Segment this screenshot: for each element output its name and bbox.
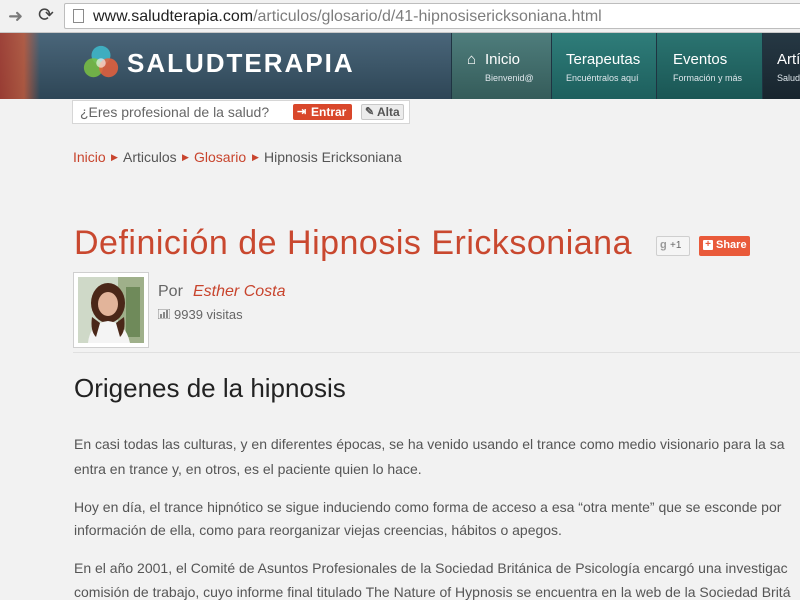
home-icon: ⌂ [467, 51, 477, 68]
nav-tab-terapeutas[interactable]: Terapeutas Encuéntralos aquí [551, 33, 656, 99]
breadcrumb-current: Hipnosis Ericksoniana [264, 149, 402, 165]
address-bar[interactable]: www.saludterapia.com/articulos/glosario/… [64, 3, 800, 29]
nav-tab-articulos[interactable]: Artí Salud [762, 33, 800, 99]
signup-button[interactable]: ✎ Alta [361, 104, 404, 120]
paragraph-line: entra en trance y, en otros, es el pacie… [74, 461, 422, 477]
plus-icon: + [703, 240, 713, 250]
paragraph-line: En casi todas las culturas, y en diferen… [74, 436, 785, 452]
signup-label: Alta [377, 105, 400, 119]
avatar [78, 277, 144, 343]
url-path: /articulos/glosario/d/41-hipnosiserickso… [253, 8, 602, 25]
google-plus-button[interactable]: g +1 [656, 236, 690, 256]
paragraph-line: información de ella, como para reorganiz… [74, 522, 562, 538]
paragraph-line: comisión de trabajo, cuyo informe final … [74, 584, 791, 600]
nav-tab-subtitle: Formación y más [673, 73, 743, 83]
bar-chart-icon [158, 309, 170, 319]
breadcrumb-articulos[interactable]: Articulos [123, 149, 177, 165]
nav-tab-title: Terapeutas [566, 51, 641, 68]
google-plus-icon: g [660, 239, 667, 251]
author-prefix: Por [158, 283, 183, 300]
nav-tab-eventos[interactable]: Eventos Formación y más [656, 33, 762, 99]
login-button[interactable]: ⇥ Entrar [293, 104, 352, 120]
page-title: Definición de Hipnosis Ericksoniana [74, 224, 632, 262]
paragraph-line: En el año 2001, el Comité de Asuntos Pro… [74, 560, 788, 576]
breadcrumb-arrow-icon: ▶ [252, 152, 259, 162]
google-plus-label: +1 [670, 240, 682, 251]
professional-question: ¿Eres profesional de la salud? [80, 104, 270, 120]
header-decoration [0, 33, 40, 99]
section-title: Origenes de la hipnosis [74, 373, 346, 403]
site-header: SALUDTERAPIA ⌂ Inicio Bienvenid@ Terapeu… [0, 33, 800, 99]
author-name-link[interactable]: Esther Costa [193, 283, 285, 301]
nav-tab-subtitle: Encuéntralos aquí [566, 73, 639, 83]
logo-text[interactable]: SALUDTERAPIA [127, 48, 355, 79]
breadcrumb-glosario[interactable]: Glosario [194, 149, 246, 165]
url-text: www.saludterapia.com/articulos/glosario/… [93, 8, 602, 26]
login-icon: ⇥ [297, 106, 307, 118]
share-label: Share [716, 239, 747, 251]
professional-bar: ¿Eres profesional de la salud? ⇥ Entrar … [72, 100, 410, 124]
nav-tab-inicio[interactable]: ⌂ Inicio Bienvenid@ [451, 33, 551, 99]
url-host: www.saludterapia.com [93, 8, 254, 25]
divider [73, 352, 800, 353]
nav-tab-subtitle: Salud [777, 73, 800, 83]
nav-tab-title: Eventos [673, 51, 728, 68]
nav-tab-subtitle: Bienvenid@ [485, 73, 534, 83]
breadcrumb-arrow-icon: ▶ [111, 152, 118, 162]
share-button[interactable]: + Share [699, 236, 750, 256]
nav-tab-title: Artí [777, 51, 800, 68]
forward-arrow-icon[interactable]: ➜ [8, 6, 23, 26]
author-avatar[interactable] [73, 272, 149, 348]
breadcrumb-inicio[interactable]: Inicio [73, 149, 106, 165]
page-icon [73, 9, 84, 23]
visit-count: 9939 visitas [174, 307, 243, 322]
reload-icon[interactable]: ⟳ [38, 6, 54, 26]
breadcrumb-arrow-icon: ▶ [182, 152, 189, 162]
paragraph-line: Hoy en día, el trance hipnótico se sigue… [74, 499, 782, 515]
nav-tab-title: Inicio [485, 51, 521, 68]
login-label: Entrar [311, 105, 347, 119]
logo-icon[interactable] [82, 43, 120, 81]
browser-toolbar: ➜ ⟳ www.saludterapia.com/articulos/glosa… [0, 0, 800, 33]
pencil-icon: ✎ [365, 106, 375, 118]
